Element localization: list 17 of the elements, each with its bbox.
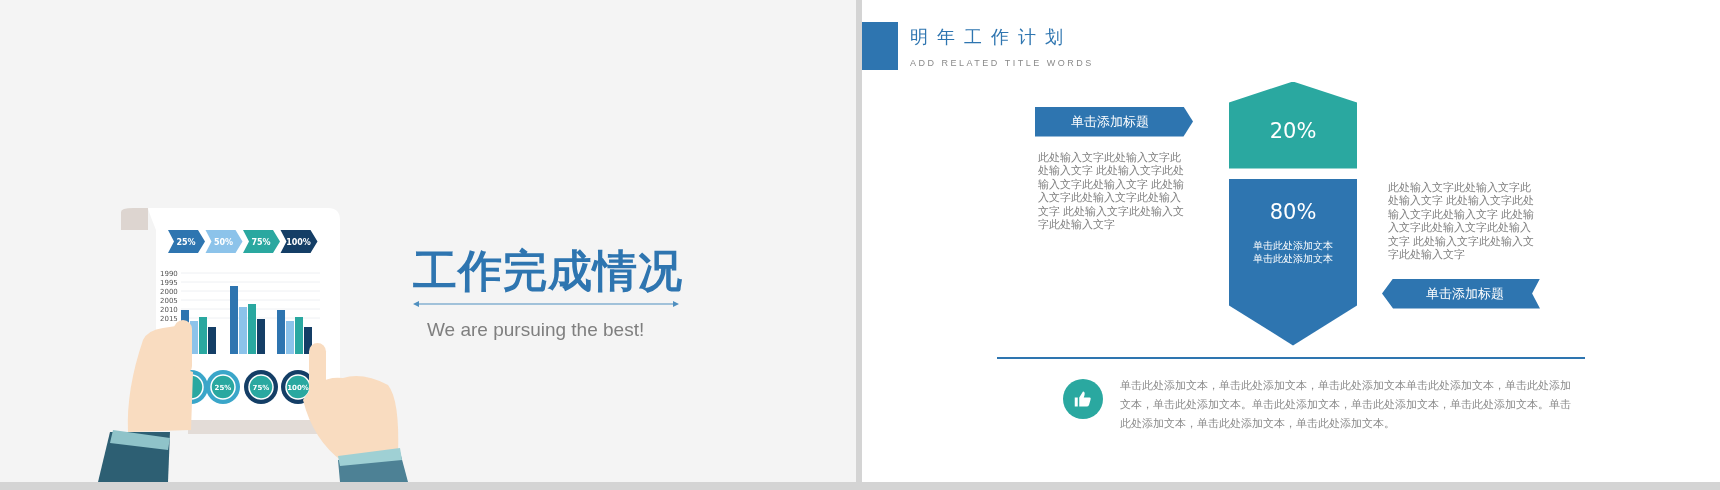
title-banner: 单击添加标题 [1035,106,1193,137]
body-text: 此处输入文字此处输入文字此处输入文字 此处输入文字此处输入文字此处输入文字 此处输入文字此处输入文字此处输入文字 此处输入文字此处输入文字此处输入文字 [1037,150,1186,232]
chevron-label: 25% [176,237,196,247]
body-text: 此处输入文字此处输入文字此处输入文字 此处输入文字此处输入文字此处输入文字 此处输入文字此处输入文字此处输入文字 此处输入文字此处输入文字此处输入文字 [1387,180,1536,262]
section-title: 明年工作计划 [910,25,1073,49]
note-text: 单击此处添加文本，单击此处添加文本，单击此处添加文本单击此处添加文本，单击此处添加文本，单击此处添加文本。单击此处添加文本，单击此处添加文本，单击此处添加文本。单击此处添加文本，单击此处添加文本，单击此处添加文本。 [1120,377,1572,432]
slide-subtitle: We are pursuing the best! [427,318,646,342]
chevron-label: 50% [213,237,234,247]
percent-shape: 80% 单击此处添加文本 单击此处添加文本 [1229,178,1357,346]
title-banner: 单击添加标题 [1382,278,1540,309]
thumbs-up-icon [1063,378,1103,419]
slide-title: 工作完成情况 [413,246,683,296]
section-subtitle: ADD RELATED TITLE WORDS [910,57,1094,70]
title-block [862,22,898,70]
percent-shape: 20% [1229,81,1357,169]
chevron-label: 75% [251,237,271,247]
chevron-label: 100% [286,237,311,247]
